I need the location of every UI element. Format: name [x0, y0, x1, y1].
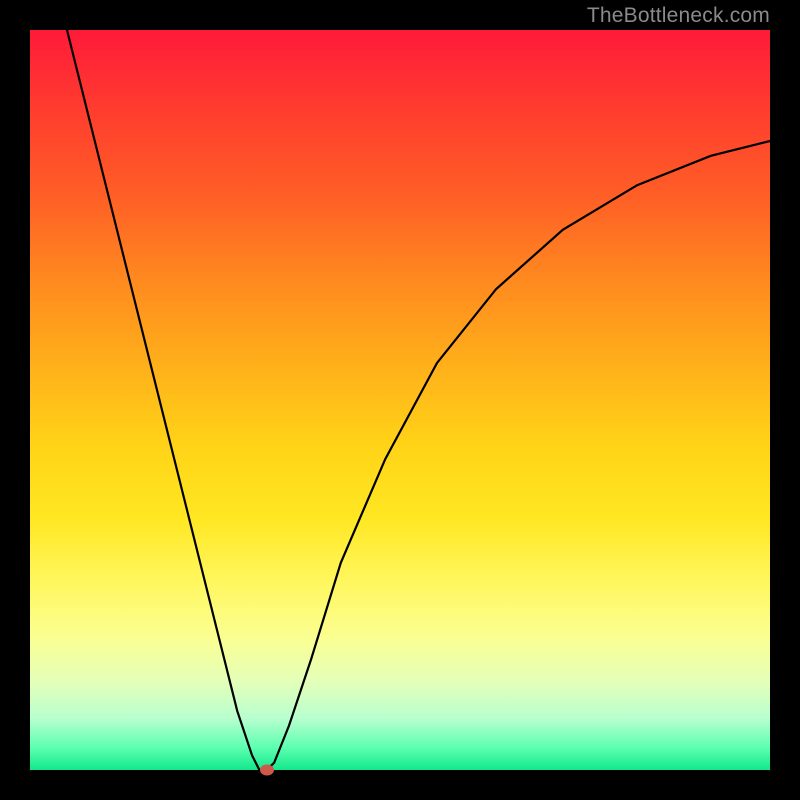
chart-frame: TheBottleneck.com: [0, 0, 800, 800]
bottleneck-curve: [30, 30, 770, 770]
curve-path: [67, 30, 770, 770]
optimum-marker: [260, 765, 274, 776]
plot-area: [30, 30, 770, 770]
watermark-label: TheBottleneck.com: [587, 4, 770, 28]
